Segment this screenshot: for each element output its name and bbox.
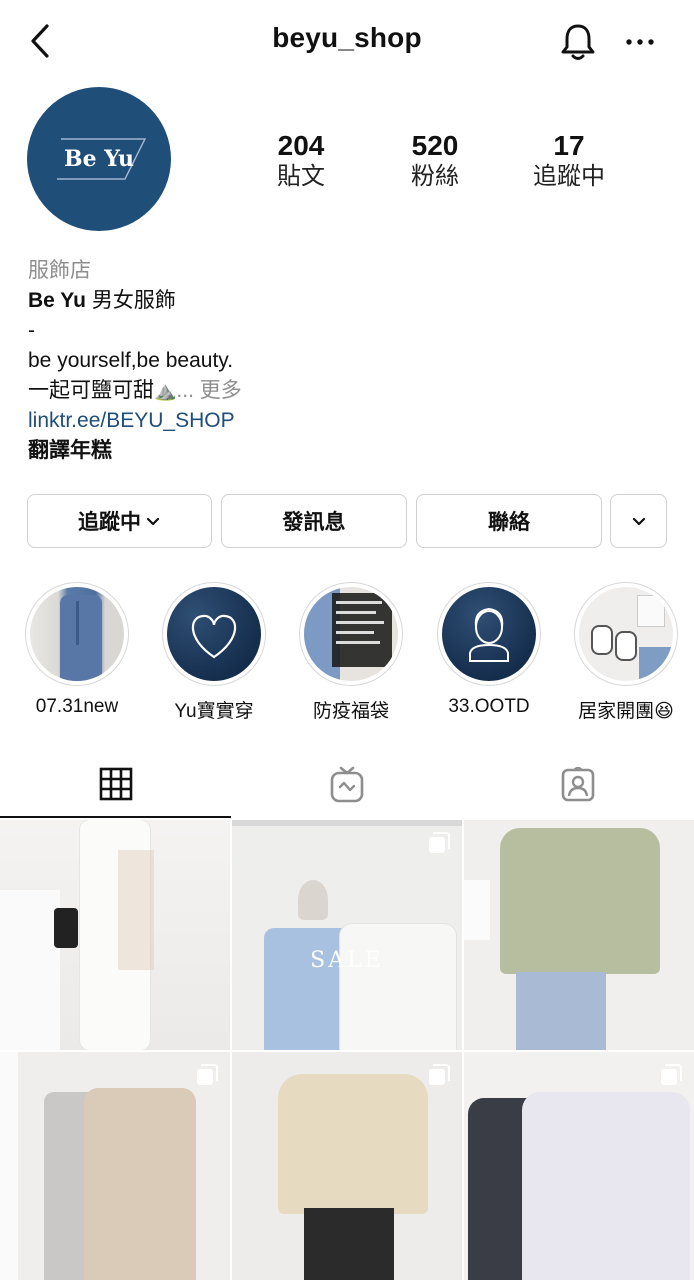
stat-followers-count: 520 [411, 130, 459, 161]
bio-line-2: 一起可鹽可甜⛰️... 更多 [28, 376, 242, 406]
profile-category: 服飾店 [28, 259, 91, 282]
following-button-label: 追蹤中 [78, 511, 141, 534]
stat-following[interactable]: 17 追蹤中 [509, 130, 629, 192]
highlight-label: 居家開團😆 [578, 701, 674, 722]
stat-posts-label: 貼文 [277, 163, 325, 190]
profile-name-line: Be Yu 男女服飾 [28, 286, 176, 316]
highlight-cover [579, 587, 673, 681]
multiple-photos-icon [661, 1064, 682, 1085]
chevron-down-icon [632, 517, 645, 526]
grid-icon [99, 767, 132, 801]
bio-line-2-text: 一起可鹽可甜 [28, 379, 154, 402]
post-thumbnail[interactable] [0, 820, 230, 1050]
chevron-down-icon [146, 517, 160, 526]
post-thumbnail[interactable] [0, 1052, 230, 1280]
stat-followers[interactable]: 520 粉絲 [375, 130, 495, 192]
highlight-label: Yu寶實穿 [174, 701, 254, 722]
highlight-yu-wear[interactable]: Yu寶實穿 [161, 582, 267, 723]
suggested-accounts-button[interactable] [610, 494, 667, 548]
more-options-button[interactable] [624, 30, 656, 54]
stat-following-count: 17 [553, 130, 585, 161]
highlight-cover [304, 587, 398, 681]
highlight-label: 07.31new [35, 696, 119, 717]
post-overlay-text: SALE [310, 948, 384, 973]
bell-icon [561, 24, 595, 60]
contact-button[interactable]: 聯絡 [416, 494, 602, 548]
post-thumbnail[interactable] [232, 1052, 462, 1280]
post-thumbnail[interactable] [464, 1052, 694, 1280]
highlight-cover [30, 587, 124, 681]
highlight-label: 33.OOTD [448, 696, 530, 717]
profile-avatar[interactable]: Be Yu [27, 87, 171, 231]
post-thumbnail[interactable] [464, 820, 694, 1050]
stat-posts-count: 204 [277, 130, 325, 161]
following-button[interactable]: 追蹤中 [27, 494, 212, 548]
highlight-33ootd[interactable]: 33.OOTD [436, 582, 542, 718]
message-button-label: 發訊息 [282, 511, 346, 534]
stat-followers-label: 粉絲 [411, 163, 459, 190]
person-outline-icon [469, 607, 509, 662]
highlight-cover [442, 587, 536, 681]
tab-posts-grid[interactable] [0, 752, 231, 818]
stat-following-label: 追蹤中 [533, 163, 605, 190]
mountain-emoji-icon: ⛰️ [154, 381, 177, 401]
tagged-person-icon [561, 767, 594, 802]
igtv-icon [330, 766, 363, 803]
tab-tagged[interactable] [462, 752, 693, 818]
notification-bell-button[interactable] [558, 22, 598, 62]
avatar-logo-text: Be Yu [63, 146, 135, 172]
contact-button-label: 聯絡 [488, 511, 530, 534]
stat-posts[interactable]: 204 貼文 [241, 130, 361, 192]
highlight-0731new[interactable]: 07.31new [24, 582, 130, 718]
highlight-cover [167, 587, 261, 681]
more-horizontal-icon [626, 39, 654, 45]
multiple-photos-icon [197, 1064, 218, 1085]
profile-name-suffix: 男女服飾 [85, 289, 176, 312]
post-thumbnail[interactable]: SALE [232, 820, 462, 1050]
bio-ellipsis: ... [176, 379, 200, 402]
multiple-photos-icon [429, 1064, 450, 1085]
highlight-lucky-bag[interactable]: 防疫福袋 [298, 582, 404, 723]
bio-more-link[interactable]: 更多 [200, 379, 242, 402]
highlight-label: 防疫福袋 [312, 701, 389, 722]
message-button[interactable]: 發訊息 [221, 494, 407, 548]
profile-link[interactable]: linktr.ee/BEYU_SHOP [28, 406, 235, 436]
translate-link[interactable]: 翻譯年糕 [28, 436, 112, 466]
highlight-home-group-buy[interactable]: 居家開團😆 [573, 582, 679, 723]
bio-line-1: be yourself,be beauty. [28, 349, 234, 372]
heart-icon [191, 614, 237, 659]
tab-igtv[interactable] [231, 752, 462, 818]
multiple-photos-icon [429, 832, 450, 853]
profile-tab-bar [0, 752, 694, 818]
profile-name: Be Yu [28, 289, 86, 312]
bio-dash: - [28, 319, 35, 342]
